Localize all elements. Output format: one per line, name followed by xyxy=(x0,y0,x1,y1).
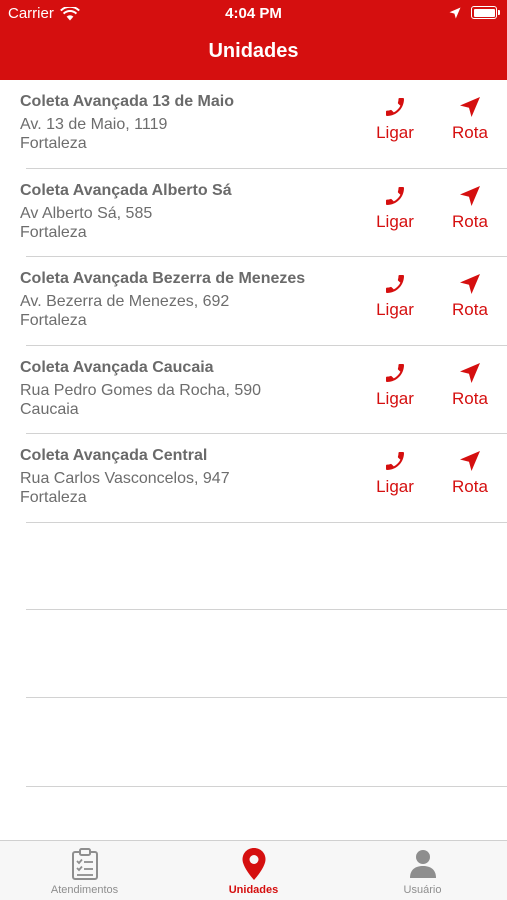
navigation-arrow-icon xyxy=(460,451,480,471)
unit-address: Av Alberto Sá, 585 xyxy=(20,204,153,222)
empty-row-separator xyxy=(26,786,507,787)
user-icon xyxy=(409,850,436,878)
navigation-arrow-icon xyxy=(460,185,480,206)
route-button[interactable]: Rota xyxy=(445,449,495,497)
call-button[interactable]: Ligar xyxy=(370,449,420,497)
route-label: Rota xyxy=(452,388,488,408)
call-label: Ligar xyxy=(376,477,414,496)
phone-icon xyxy=(386,98,404,116)
unit-info: Coleta Avançada Alberto Sá Av Alberto Sá… xyxy=(20,181,232,242)
unit-address: Rua Carlos Vasconcelos, 947 xyxy=(20,470,230,487)
map-pin-icon xyxy=(242,848,265,880)
clipboard-icon xyxy=(71,848,98,880)
tab-bar: Atendimentos Unidades Usuário xyxy=(0,840,507,900)
tab-label: Unidades xyxy=(228,884,279,896)
unit-name: Coleta Avançada 13 de Maio xyxy=(20,93,234,110)
unit-row[interactable]: Coleta Avançada Alberto Sá Av Alberto Sá… xyxy=(0,169,507,258)
unit-row[interactable]: Coleta Avançada Caucaia Rua Pedro Gomes … xyxy=(0,346,507,435)
status-right-icons xyxy=(449,6,500,19)
units-list: Coleta Avançada 13 de Maio Av. 13 de Mai… xyxy=(0,80,507,523)
battery-icon xyxy=(471,6,500,19)
route-button[interactable]: Rota xyxy=(445,95,495,143)
unit-row[interactable]: Coleta Avançada Central Rua Carlos Vasco… xyxy=(0,434,507,523)
phone-icon xyxy=(386,363,404,382)
tab-unidades[interactable]: Unidades xyxy=(169,847,338,896)
status-time: 4:04 PM xyxy=(225,5,282,22)
route-label: Rota xyxy=(452,211,488,231)
location-services-icon xyxy=(449,7,461,18)
unit-city: Fortaleza xyxy=(20,223,87,241)
unit-city: Fortaleza xyxy=(20,312,87,329)
navigation-header: Carrier 4:04 PM Unidades xyxy=(0,0,507,80)
unit-name: Coleta Avançada Caucaia xyxy=(20,358,214,376)
call-label: Ligar xyxy=(376,388,414,408)
unit-info: Coleta Avançada Central Rua Carlos Vasco… xyxy=(20,446,230,507)
empty-row-separator xyxy=(26,609,507,610)
unit-info: Coleta Avançada Bezerra de Menezes Av. B… xyxy=(20,269,305,330)
unit-info: Coleta Avançada 13 de Maio Av. 13 de Mai… xyxy=(20,92,234,153)
route-label: Rota xyxy=(452,477,488,496)
route-label: Rota xyxy=(452,123,488,142)
unit-city: Fortaleza xyxy=(20,135,87,152)
unit-row[interactable]: Coleta Avançada 13 de Maio Av. 13 de Mai… xyxy=(0,80,507,169)
call-button[interactable]: Ligar xyxy=(370,272,420,320)
call-button[interactable]: Ligar xyxy=(370,95,420,143)
route-button[interactable]: Rota xyxy=(445,361,495,409)
unit-city: Caucaia xyxy=(20,400,79,418)
unit-name: Coleta Avançada Alberto Sá xyxy=(20,181,232,199)
phone-icon xyxy=(386,275,404,293)
call-label: Ligar xyxy=(376,300,414,319)
navigation-arrow-icon xyxy=(460,97,480,117)
status-bar: Carrier 4:04 PM xyxy=(0,0,507,28)
navigation-arrow-icon xyxy=(460,362,480,383)
page-title: Unidades xyxy=(208,40,299,62)
call-label: Ligar xyxy=(376,211,414,231)
empty-row-separator xyxy=(26,697,507,698)
unit-info: Coleta Avançada Caucaia Rua Pedro Gomes … xyxy=(20,358,261,419)
route-button[interactable]: Rota xyxy=(445,272,495,320)
unit-city: Fortaleza xyxy=(20,489,87,506)
route-button[interactable]: Rota xyxy=(445,184,495,232)
unit-address: Rua Pedro Gomes da Rocha, 590 xyxy=(20,381,262,399)
unit-address: Av. Bezerra de Menezes, 692 xyxy=(20,293,230,310)
route-label: Rota xyxy=(452,300,488,319)
tab-label: Usuário xyxy=(403,884,442,896)
unit-row[interactable]: Coleta Avançada Bezerra de Menezes Av. B… xyxy=(0,257,507,346)
phone-icon xyxy=(386,452,404,470)
unit-address: Av. 13 de Maio, 1119 xyxy=(20,116,168,133)
call-label: Ligar xyxy=(376,123,414,142)
call-button[interactable]: Ligar xyxy=(370,361,420,409)
unit-name: Coleta Avançada Bezerra de Menezes xyxy=(20,270,306,287)
call-button[interactable]: Ligar xyxy=(370,184,420,232)
phone-icon xyxy=(386,186,404,205)
tab-label: Atendimentos xyxy=(50,884,119,896)
navigation-arrow-icon xyxy=(460,274,480,294)
tab-atendimentos[interactable]: Atendimentos xyxy=(0,847,169,896)
tab-usuario[interactable]: Usuário xyxy=(338,847,507,896)
unit-name: Coleta Avançada Central xyxy=(20,447,208,464)
